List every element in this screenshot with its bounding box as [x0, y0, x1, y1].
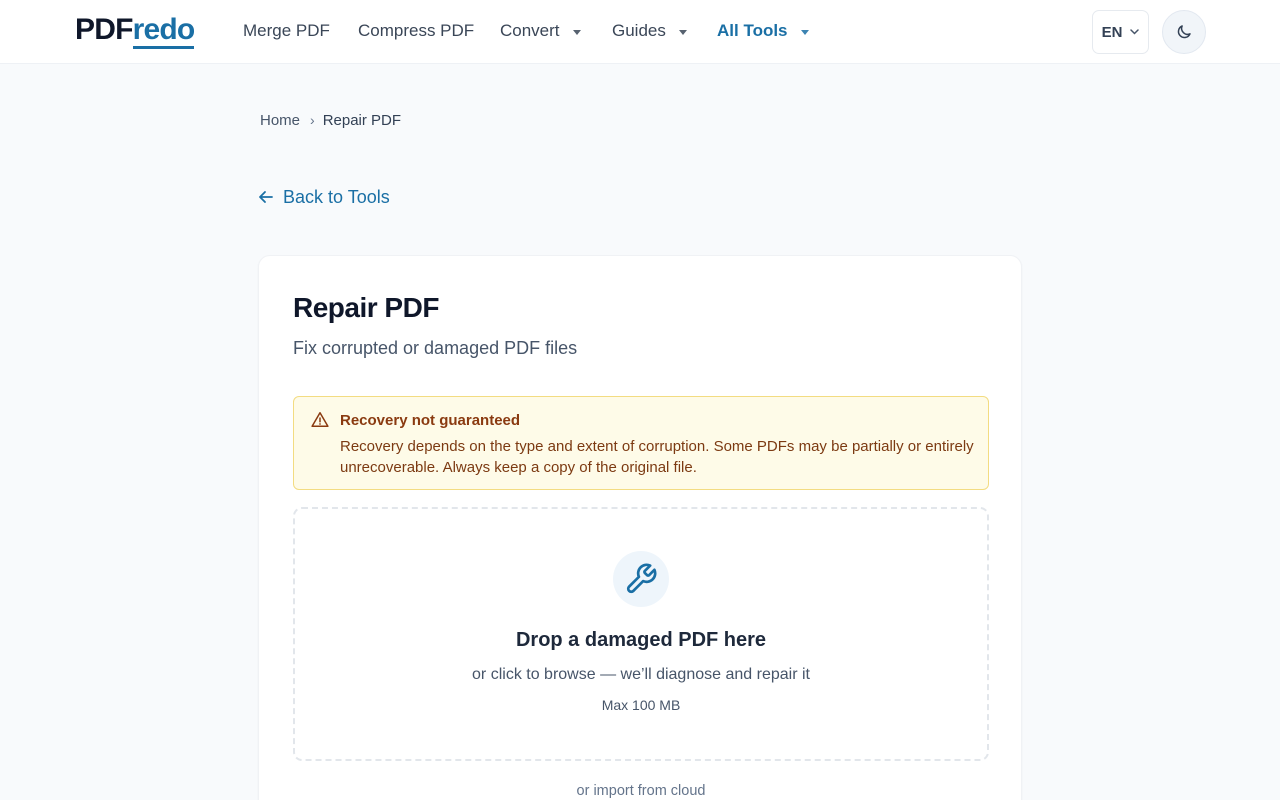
- dropzone-title: Drop a damaged PDF here: [515, 629, 767, 651]
- chevron-down-icon: [1130, 29, 1140, 35]
- tool-card: Repair PDF Fix corrupted or damaged PDF …: [258, 255, 1022, 800]
- breadcrumb-current: Repair PDF: [322, 111, 402, 129]
- caret-down-icon: [678, 29, 687, 35]
- back-to-tools-link[interactable]: Back to Tools: [258, 185, 390, 209]
- logo[interactable]: PDFredo: [75, 12, 195, 49]
- nav-compress-pdf[interactable]: Compress PDF: [358, 20, 474, 42]
- logo-text-redo: redo: [132, 13, 195, 49]
- alert-title: Recovery not guaranteed: [340, 412, 521, 429]
- arrow-left-icon: [259, 191, 273, 203]
- nav-merge-pdf[interactable]: Merge PDF: [243, 20, 330, 42]
- theme-toggle-button[interactable]: [1162, 10, 1206, 54]
- dropzone-max-size: Max 100 MB: [601, 697, 681, 713]
- file-dropzone[interactable]: Drop a damaged PDF here or click to brow…: [293, 507, 989, 761]
- dropzone-subtitle: or click to browse — we’ll diagnose and …: [472, 666, 810, 683]
- breadcrumb: Home › Repair PDF: [260, 110, 401, 130]
- logo-text-pdf: PDF: [75, 13, 133, 46]
- cloud-import-label: or import from cloud: [576, 783, 706, 799]
- nav-label: Compress PDF: [358, 21, 475, 40]
- chevron-right-icon: ›: [310, 112, 315, 128]
- warning-alert: Recovery not guaranteed Recovery depends…: [293, 396, 989, 490]
- language-selector[interactable]: EN: [1092, 10, 1149, 54]
- back-link-label: Back to Tools: [283, 186, 390, 207]
- nav-guides[interactable]: Guides: [612, 20, 687, 42]
- nav-label: Merge PDF: [243, 21, 330, 40]
- nav-label: Convert: [500, 21, 560, 40]
- language-label: EN: [1101, 23, 1123, 41]
- caret-down-icon: [800, 29, 809, 35]
- alert-body: Recovery depends on the type and extent …: [340, 438, 974, 476]
- breadcrumb-home[interactable]: Home: [260, 112, 300, 129]
- wrench-icon: [626, 563, 657, 594]
- page-title: Repair PDF: [293, 292, 439, 323]
- nav-label: Guides: [612, 21, 666, 40]
- dropzone-icon-circle: [613, 551, 669, 607]
- moon-icon: [1177, 25, 1191, 39]
- page-subtitle: Fix corrupted or damaged PDF files: [293, 338, 578, 358]
- nav-label: All Tools: [717, 21, 788, 40]
- nav-all-tools[interactable]: All Tools: [717, 20, 809, 42]
- site-header: PDFredo Merge PDF Compress PDF Convert G…: [0, 0, 1280, 64]
- caret-down-icon: [572, 29, 581, 35]
- nav-convert[interactable]: Convert: [500, 20, 581, 42]
- warning-triangle-icon: [311, 412, 329, 427]
